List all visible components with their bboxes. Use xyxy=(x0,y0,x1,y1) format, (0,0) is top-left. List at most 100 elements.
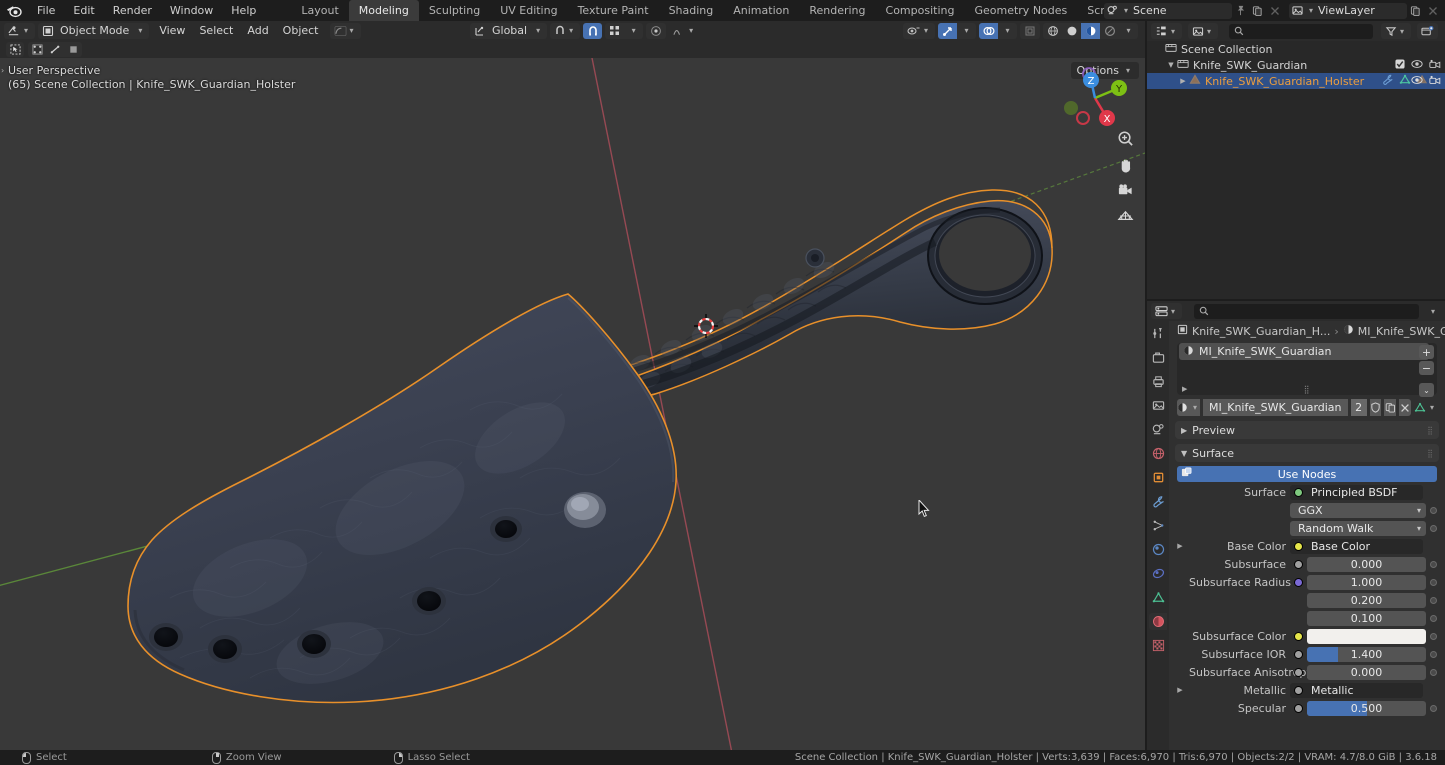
shield-icon[interactable] xyxy=(1370,399,1382,416)
outliner-display-mode-selector[interactable]: ▾ xyxy=(1151,23,1182,39)
tab-layout[interactable]: Layout xyxy=(291,0,348,21)
tab-tool[interactable] xyxy=(1149,325,1167,342)
prop-value-surface[interactable]: Principled BSDF xyxy=(1290,485,1423,500)
scene-datablock[interactable]: ▾ Scene xyxy=(1104,3,1232,19)
prop-value-base-color[interactable]: Base Color xyxy=(1290,539,1423,554)
delete-viewlayer-icon[interactable] xyxy=(1424,3,1441,19)
animate-dot-icon[interactable] xyxy=(1430,669,1437,676)
shading-rendered-icon[interactable] xyxy=(1100,23,1119,39)
material-slot[interactable]: MI_Knife_SWK_Guardian xyxy=(1179,343,1429,360)
zoom-icon[interactable] xyxy=(1113,128,1137,148)
viewport-menu-view[interactable]: View xyxy=(152,21,192,40)
mesh-data-icon[interactable] xyxy=(1399,74,1411,88)
tab-data[interactable] xyxy=(1149,589,1167,606)
snap-chevron-icon[interactable]: ▾ xyxy=(624,23,643,39)
prop-value-subsurface-ior[interactable]: 1.400 xyxy=(1307,647,1426,662)
tab-texture[interactable] xyxy=(1149,637,1167,654)
properties-editor-type-selector[interactable]: ▾ xyxy=(1151,303,1182,319)
gizmo-chevron-icon[interactable]: ▾ xyxy=(957,23,976,39)
tab-sculpting[interactable]: Sculpting xyxy=(419,0,490,21)
menu-edit[interactable]: Edit xyxy=(64,0,103,21)
prop-value-subsurface-anisotropy[interactable]: 0.000 xyxy=(1307,665,1426,680)
tab-geometry-nodes[interactable]: Geometry Nodes xyxy=(964,0,1077,21)
new-collection-icon[interactable] xyxy=(1417,23,1438,39)
editor-type-selector[interactable]: ▾ xyxy=(4,23,35,39)
breadcrumb-object[interactable]: Knife_SWK_Guardian_H... xyxy=(1192,325,1330,338)
tab-compositing[interactable]: Compositing xyxy=(876,0,965,21)
x-icon[interactable] xyxy=(1399,399,1411,416)
tab-view-layer[interactable] xyxy=(1149,397,1167,414)
modifier-icon[interactable] xyxy=(1382,74,1394,88)
new-viewlayer-icon[interactable] xyxy=(1407,3,1424,19)
remove-material-slot-button[interactable]: − xyxy=(1419,361,1434,375)
viewport-menu-object[interactable]: Object xyxy=(276,21,326,40)
hand-icon[interactable] xyxy=(1113,154,1137,174)
tab-uv-editing[interactable]: UV Editing xyxy=(490,0,567,21)
material-name-field[interactable]: MI_Knife_SWK_Guardian xyxy=(1203,399,1348,416)
panel-surface[interactable]: ▼ Surface ⣿ xyxy=(1175,444,1439,462)
delete-scene-icon[interactable] xyxy=(1266,3,1283,19)
menu-file[interactable]: File xyxy=(28,0,64,21)
eye-icon[interactable] xyxy=(1411,59,1423,72)
menu-window[interactable]: Window xyxy=(161,0,222,21)
camera-icon[interactable] xyxy=(1113,180,1137,200)
outliner-search-input[interactable] xyxy=(1229,24,1373,39)
tab-particles[interactable] xyxy=(1149,517,1167,534)
tab-constraints[interactable] xyxy=(1149,565,1167,582)
prop-value-distribution[interactable]: GGX ▾ xyxy=(1290,503,1426,518)
transform-orientation-selector[interactable]: Global ▾ xyxy=(470,23,547,39)
pin-scene-icon[interactable] xyxy=(1232,3,1249,19)
animate-dot-icon[interactable] xyxy=(1430,507,1437,514)
new-scene-icon[interactable] xyxy=(1249,3,1266,19)
menu-help[interactable]: Help xyxy=(222,0,265,21)
shading-material-preview-icon[interactable] xyxy=(1081,23,1100,39)
shading-chevron-icon[interactable]: ▾ xyxy=(1119,23,1138,39)
proportional-falloff-selector[interactable]: ▾ xyxy=(669,23,700,39)
panel-preview[interactable]: ▶ Preview ⣿ xyxy=(1175,421,1439,439)
animate-dot-icon[interactable] xyxy=(1430,525,1437,532)
viewport-menu-select[interactable]: Select xyxy=(192,21,240,40)
prop-value-radius-y[interactable]: 0.200 xyxy=(1307,593,1426,608)
properties-options-chevron-icon[interactable]: ▾ xyxy=(1428,307,1441,316)
tab-material[interactable] xyxy=(1149,613,1167,630)
prop-value-radius-x[interactable]: 1.000 xyxy=(1307,575,1426,590)
proportional-editing-toggle[interactable] xyxy=(646,23,666,39)
xray-toggle[interactable] xyxy=(1020,23,1040,39)
prop-value-subsurface-method[interactable]: Random Walk ▾ xyxy=(1290,521,1426,536)
camera-icon[interactable] xyxy=(1429,59,1441,72)
outliner-row-scene-collection[interactable]: Scene Collection xyxy=(1147,41,1445,57)
animate-dot-icon[interactable] xyxy=(1430,633,1437,640)
tab-animation[interactable]: Animation xyxy=(723,0,799,21)
disclosure-icon[interactable]: ▶ xyxy=(1177,77,1189,85)
face-select-icon[interactable] xyxy=(64,42,82,57)
gizmo-icon[interactable] xyxy=(938,23,957,39)
color-swatch[interactable] xyxy=(1307,629,1426,644)
animate-dot-icon[interactable] xyxy=(1430,615,1437,622)
slot-resize-grip[interactable]: ⣿ xyxy=(1177,385,1437,394)
tab-modeling[interactable]: Modeling xyxy=(349,0,419,21)
prop-value-specular[interactable]: 0.500 xyxy=(1307,701,1426,716)
blender-logo-icon[interactable] xyxy=(0,4,28,18)
duplicate-icon[interactable] xyxy=(1384,399,1396,416)
animate-dot-icon[interactable] xyxy=(1430,579,1437,586)
animate-dot-icon[interactable] xyxy=(1430,651,1437,658)
snap-magnet-icon[interactable] xyxy=(583,23,602,39)
tab-render[interactable] xyxy=(1149,349,1167,366)
tab-world[interactable] xyxy=(1149,445,1167,462)
overlays-icon[interactable] xyxy=(979,23,998,39)
animate-dot-icon[interactable] xyxy=(1430,561,1437,568)
object-mode-selector[interactable]: Object Mode ▾ xyxy=(38,23,149,39)
shading-wireframe-icon[interactable] xyxy=(1043,23,1062,39)
navigation-gizmo[interactable]: Z Y X xyxy=(1063,66,1127,130)
node-icon[interactable]: ▾ xyxy=(1414,399,1437,416)
viewlayer-datablock[interactable]: ▾ ViewLayer xyxy=(1289,3,1407,19)
snap-selector[interactable]: ▾ xyxy=(550,23,580,39)
material-slot-specials-button[interactable]: ⌄ xyxy=(1419,383,1434,397)
disclosure-icon[interactable]: ▼ xyxy=(1165,61,1177,69)
menu-render[interactable]: Render xyxy=(104,0,161,21)
tab-rendering[interactable]: Rendering xyxy=(799,0,875,21)
object-visibility-selector[interactable]: ▾ xyxy=(903,23,935,39)
use-nodes-button[interactable]: Use Nodes xyxy=(1177,466,1437,482)
tab-output[interactable] xyxy=(1149,373,1167,390)
select-box-icon[interactable] xyxy=(6,42,24,57)
